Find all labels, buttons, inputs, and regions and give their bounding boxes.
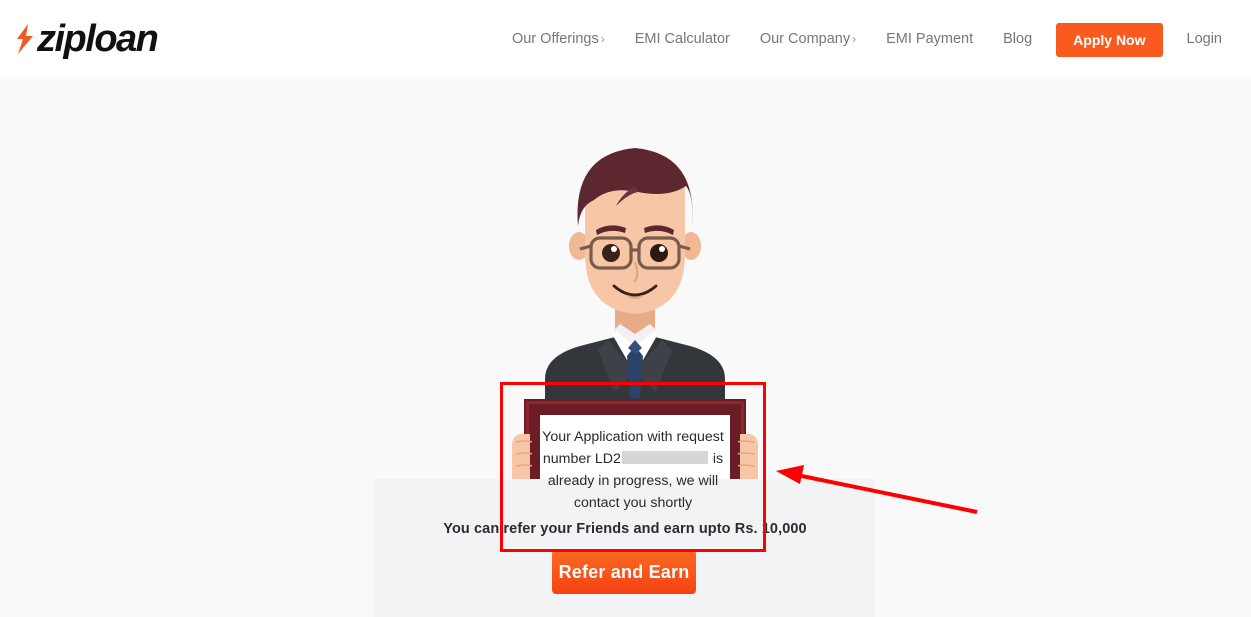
nav-item-login[interactable]: Login bbox=[1172, 0, 1237, 79]
chevron-right-icon-offerings: › bbox=[600, 32, 605, 46]
login-label: Login bbox=[1186, 31, 1222, 47]
nav-label-blog: Blog bbox=[1003, 31, 1033, 47]
nav-label-our-company: Our Company bbox=[759, 31, 851, 47]
nav-item-our-offerings[interactable]: Our Offerings › bbox=[497, 0, 620, 79]
main-navigation: Our Offerings › EMI Calculator Our Compan… bbox=[497, 0, 1237, 79]
main-content: Your Application with request number LD2… bbox=[0, 79, 1251, 617]
ziploan-logo[interactable]: ziploan bbox=[14, 18, 159, 60]
refer-and-earn-button[interactable]: Refer and Earn bbox=[552, 550, 696, 594]
nav-label-emi-payment: EMI Payment bbox=[886, 31, 974, 47]
nav-item-blog[interactable]: Blog bbox=[988, 0, 1047, 79]
nav-item-emi-payment[interactable]: EMI Payment bbox=[871, 0, 988, 79]
nav-item-emi-calculator[interactable]: EMI Calculator bbox=[620, 0, 745, 79]
nav-label-our-offerings: Our Offerings bbox=[511, 31, 599, 47]
referral-panel: You can refer your Friends and earn upto… bbox=[375, 479, 875, 617]
page-root: ziploan Our Offerings › EMI Calculator Ou… bbox=[0, 0, 1251, 617]
nav-item-our-company[interactable]: Our Company › bbox=[745, 0, 871, 79]
referral-headline: You can refer your Friends and earn upto… bbox=[443, 521, 807, 537]
nav-label-emi-calculator: EMI Calculator bbox=[634, 31, 730, 47]
lightning-bolt-icon bbox=[17, 24, 33, 54]
logo-text: ziploan bbox=[37, 18, 159, 60]
site-header: ziploan Our Offerings › EMI Calculator Ou… bbox=[0, 0, 1251, 79]
chevron-right-icon-company: › bbox=[852, 32, 857, 46]
apply-now-button[interactable]: Apply Now bbox=[1056, 22, 1163, 57]
